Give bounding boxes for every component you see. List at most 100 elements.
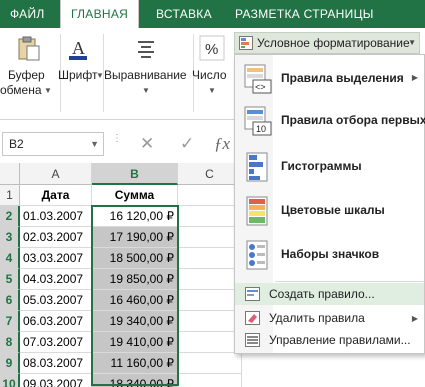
new-rule-icon [245, 287, 260, 301]
date-cell[interactable]: 06.03.2007 [20, 311, 92, 332]
row-header[interactable]: 7 [0, 311, 20, 332]
empty-cell[interactable] [178, 311, 242, 332]
chevron-down-icon: ▼ [44, 86, 52, 95]
clear-rules-icon [245, 311, 260, 325]
menu-divider [275, 281, 424, 282]
date-cell[interactable]: 01.03.2007 [20, 206, 92, 227]
column-header-a[interactable]: A [20, 163, 92, 185]
top-bottom-rules-icon: 10 [244, 106, 272, 136]
date-cell[interactable]: 05.03.2007 [20, 290, 92, 311]
date-cell[interactable]: 07.03.2007 [20, 332, 92, 353]
sum-cell[interactable]: 19 410,00 ₽ [92, 332, 178, 353]
close-icon[interactable]: ✕ [140, 134, 154, 154]
chevron-right-icon: ▶ [411, 73, 418, 82]
empty-cell[interactable] [178, 353, 242, 374]
color-scales-icon [246, 196, 268, 226]
row-header[interactable]: 9 [0, 353, 20, 374]
empty-cell[interactable] [178, 248, 242, 269]
highlight-cells-rules-icon: <> [244, 64, 272, 94]
menu-item-top-bottom-rules[interactable]: 10 Правила отбора первых [235, 103, 425, 139]
chevron-down-icon: ▼ [142, 86, 150, 95]
sum-cell[interactable]: 16 120,00 ₽ [92, 206, 178, 227]
menu-item-icon-sets[interactable]: Наборы значков [235, 237, 424, 273]
checkmark-icon[interactable]: ✓ [180, 134, 194, 154]
svg-text:A: A [72, 38, 85, 58]
row-header[interactable]: 2 [0, 206, 20, 227]
sum-cell[interactable]: 19 850,00 ₽ [92, 269, 178, 290]
conditional-formatting-icon [239, 36, 253, 50]
date-cell[interactable]: 04.03.2007 [20, 269, 92, 290]
menu-item-clear-rules[interactable]: Удалить правила ▶ [235, 307, 424, 329]
date-cell[interactable]: 03.03.2007 [20, 248, 92, 269]
column-header-c[interactable]: C [178, 163, 242, 185]
row-header[interactable]: 1 [0, 185, 20, 206]
menu-item-label: Цветовые шкалы [281, 203, 385, 217]
conditional-formatting-button[interactable]: Условное форматирование ▼ [234, 32, 420, 54]
fx-icon[interactable]: ƒx [214, 134, 230, 154]
row-header[interactable]: 10 [0, 374, 20, 387]
cell-b1[interactable]: Сумма [92, 185, 178, 206]
align-icon [138, 41, 154, 58]
font-label: Шрифт [58, 68, 98, 82]
tab-insert[interactable]: ВСТАВКА [156, 0, 212, 28]
row-header[interactable]: 4 [0, 248, 20, 269]
row-header[interactable]: 3 [0, 227, 20, 248]
font-group[interactable]: A Шрифт ▼ [56, 28, 104, 120]
row-header[interactable]: 6 [0, 290, 20, 311]
empty-cell[interactable] [178, 332, 242, 353]
row-header[interactable]: 8 [0, 332, 20, 353]
number-label: Число [192, 68, 227, 82]
sum-cell[interactable]: 16 460,00 ₽ [92, 290, 178, 311]
menu-item-new-rule[interactable]: Создать правило... [235, 283, 424, 305]
cell-c1[interactable] [178, 185, 242, 206]
svg-text:%: % [205, 41, 218, 58]
conditional-formatting-label: Условное форматирование [257, 36, 410, 50]
sum-cell[interactable]: 19 340,00 ₽ [92, 311, 178, 332]
data-bars-icon [246, 152, 268, 182]
svg-text:<>: <> [255, 82, 266, 92]
menu-item-highlight-rules[interactable]: <> Правила выделения ▶ [235, 61, 424, 97]
menu-item-manage-rules[interactable]: Управление правилами... [235, 329, 424, 351]
cell-a1[interactable]: Дата [20, 185, 92, 206]
menu-item-label: Правила отбора первых [281, 113, 425, 127]
sum-cell[interactable]: 11 160,00 ₽ [92, 353, 178, 374]
sum-cell[interactable]: 18 340,00 ₽ [92, 374, 178, 387]
chevron-right-icon: ▶ [411, 314, 418, 323]
tab-page-layout[interactable]: РАЗМЕТКА СТРАНИЦЫ [235, 0, 374, 28]
clipboard-icon [18, 36, 40, 61]
date-cell[interactable]: 02.03.2007 [20, 227, 92, 248]
tab-file[interactable]: ФАЙЛ [10, 0, 45, 28]
drag-handle-icon[interactable]: ⋮ [112, 134, 122, 144]
clipboard-group[interactable]: Буфер обмена ▼ [0, 28, 58, 120]
number-group[interactable]: % Число ▼ [192, 28, 232, 120]
name-box-value: B2 [9, 137, 24, 151]
menu-item-data-bars[interactable]: Гистограммы [235, 149, 424, 185]
percent-icon: % [199, 35, 225, 61]
menu-item-color-scales[interactable]: Цветовые шкалы [235, 193, 424, 229]
alignment-group[interactable]: Выравнивание ▼ [104, 28, 192, 120]
empty-cell[interactable] [178, 227, 242, 248]
manage-rules-icon [245, 333, 260, 347]
sum-cell[interactable]: 18 500,00 ₽ [92, 248, 178, 269]
clipboard-label-2: обмена [0, 83, 42, 97]
select-all-corner[interactable] [0, 163, 20, 185]
chevron-down-icon: ▼ [408, 38, 416, 47]
row-header[interactable]: 5 [0, 269, 20, 290]
icon-sets-icon [246, 240, 268, 270]
empty-cell[interactable] [178, 206, 242, 227]
menu-item-label: Управление правилами... [269, 333, 411, 347]
menu-item-label: Гистограммы [281, 159, 362, 173]
empty-cell[interactable] [178, 269, 242, 290]
column-header-b[interactable]: B [92, 163, 178, 185]
clipboard-label: Буфер [8, 68, 45, 82]
empty-cell[interactable] [178, 374, 242, 387]
date-cell[interactable]: 09.03.2007 [20, 374, 92, 387]
name-box[interactable]: B2 ▼ [2, 132, 104, 156]
menu-item-label: Удалить правила [269, 311, 365, 325]
tab-home[interactable]: ГЛАВНАЯ [60, 0, 140, 28]
date-cell[interactable]: 08.03.2007 [20, 353, 92, 374]
menu-item-label: Наборы значков [281, 247, 380, 261]
sum-cell[interactable]: 17 190,00 ₽ [92, 227, 178, 248]
svg-text:10: 10 [256, 124, 266, 134]
empty-cell[interactable] [178, 290, 242, 311]
